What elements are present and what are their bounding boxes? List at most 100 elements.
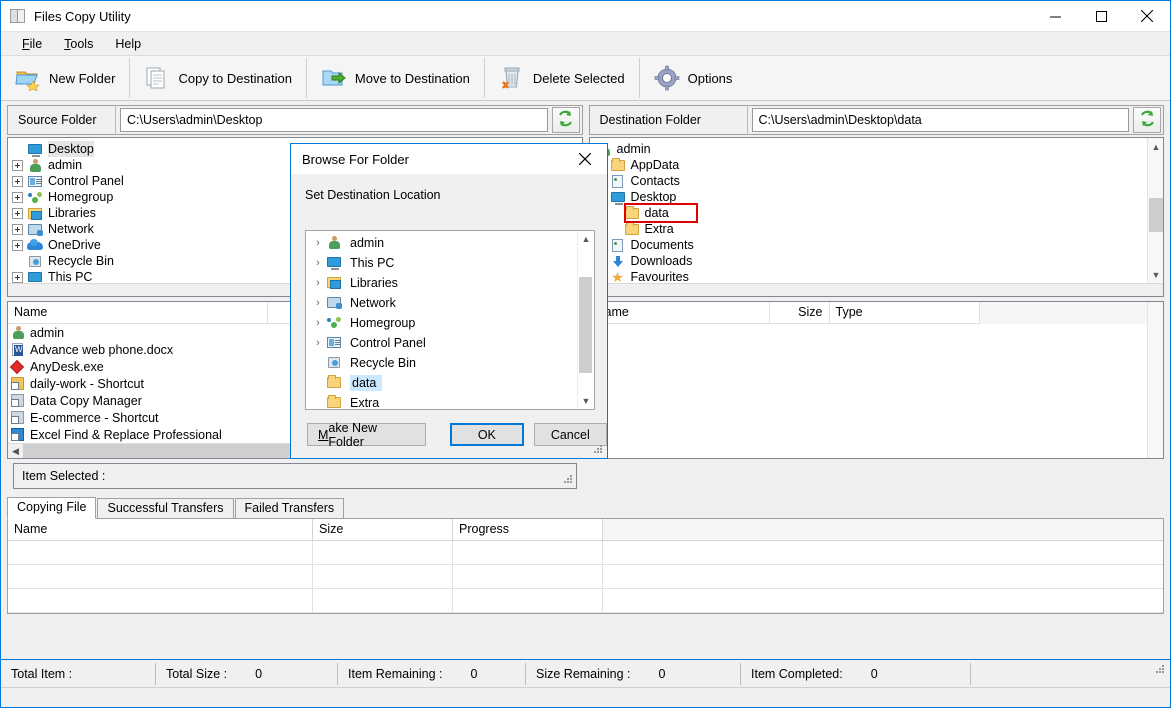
dialog-tree-node-homegroup[interactable]: › Homegroup [310, 313, 594, 333]
grid-cell-filler [603, 589, 1163, 612]
folder-icon [326, 395, 344, 409]
column-progress[interactable]: Progress [453, 519, 603, 540]
dialog-folder-tree[interactable]: › admin › This PC › Libraries › Network › Homegro… [305, 230, 595, 410]
tree-node-label: admin [48, 158, 83, 172]
chevron-right-icon[interactable]: › [310, 237, 326, 249]
menu-file[interactable]: File [11, 34, 53, 54]
destination-tree-node-data[interactable]: data [596, 205, 1164, 221]
close-icon[interactable] [1124, 1, 1170, 31]
chevron-right-icon[interactable]: › [310, 297, 326, 309]
destination-tree-node-documents[interactable]: Documents [596, 237, 1164, 253]
copying-grid-row[interactable] [8, 565, 1163, 589]
file-name-cell: Data Copy Manager [8, 393, 268, 408]
column-size[interactable]: Size [313, 519, 453, 540]
dialog-tree-node-control-panel[interactable]: › Control Panel [310, 333, 594, 353]
resize-grip[interactable] [563, 475, 573, 485]
expand-plus-icon[interactable] [12, 271, 23, 283]
tree-node-label: Network [48, 222, 94, 236]
cpanel-icon [27, 174, 43, 188]
library-icon [326, 275, 344, 291]
dialog-tree-node-network[interactable]: › Network [310, 293, 594, 313]
chevron-right-icon[interactable]: › [310, 337, 326, 349]
chevron-right-icon[interactable]: › [310, 317, 326, 329]
monitor-icon [326, 255, 344, 271]
expand-plus-icon[interactable] [12, 207, 23, 219]
delete-selected-label: Delete Selected [532, 70, 625, 86]
move-to-destination-button[interactable]: Move to Destination [307, 56, 484, 100]
destination-folder-bar: Destination Folder C:\Users\admin\Deskto… [588, 105, 1164, 135]
destination-tree-vscrollbar[interactable]: ▲ ▼ [1147, 138, 1163, 296]
copying-grid-row[interactable] [8, 541, 1163, 565]
scroll-up-icon[interactable]: ▲ [1148, 138, 1163, 155]
scroll-down-icon[interactable]: ▼ [578, 393, 594, 409]
expand-plus-icon[interactable] [12, 159, 23, 171]
scroll-down-icon[interactable]: ▼ [1148, 266, 1163, 283]
chevron-right-icon[interactable]: › [310, 277, 326, 289]
dialog-resize-grip[interactable] [593, 445, 603, 455]
column-name[interactable]: Name [8, 519, 313, 540]
destination-tree-node-desktop[interactable]: Desktop [596, 189, 1164, 205]
copying-grid-row[interactable] [8, 589, 1163, 613]
dialog-tree-node-extra[interactable]: Extra [310, 393, 594, 409]
expand-plus-icon[interactable] [12, 223, 23, 235]
destination-tree-node-contacts[interactable]: Contacts [596, 173, 1164, 189]
scroll-up-icon[interactable]: ▲ [578, 231, 594, 247]
status-resize-grip[interactable] [1155, 665, 1165, 675]
chevron-right-icon[interactable]: › [310, 257, 326, 269]
column-type[interactable]: Type [830, 302, 980, 324]
shortcut-yellow-icon [10, 376, 26, 391]
new-folder-button[interactable]: New Folder [1, 56, 129, 100]
expand-plus-icon[interactable] [12, 175, 23, 187]
dialog-tree-vscrollbar[interactable]: ▲ ▼ [577, 231, 594, 409]
tab-copying-file[interactable]: Copying File [7, 497, 97, 519]
cancel-button[interactable]: Cancel [533, 423, 607, 446]
make-new-folder-button[interactable]: Make New Folder [307, 421, 427, 449]
tab-failed-transfers[interactable]: Failed Transfers [234, 498, 345, 519]
tree-node-label: Recycle Bin [48, 254, 114, 268]
destination-tree-node-downloads[interactable]: Downloads [596, 253, 1164, 269]
scroll-thumb[interactable] [1149, 198, 1163, 232]
destination-tree-node-extra[interactable]: Extra [596, 221, 1164, 237]
column-size[interactable]: Size [770, 302, 830, 324]
source-refresh-button[interactable] [551, 107, 580, 133]
folder-icon [624, 222, 640, 236]
destination-file-list[interactable]: Name Size Type [588, 301, 1164, 459]
file-name-label: Data Copy Manager [30, 393, 142, 408]
dialog-tree-node-this-pc[interactable]: › This PC [310, 253, 594, 273]
copy-to-destination-button[interactable]: Copy to Destination [130, 56, 305, 100]
destination-tree-node-appdata[interactable]: AppData [596, 157, 1164, 173]
dialog-tree-node-recycle-bin[interactable]: Recycle Bin [310, 353, 594, 373]
status-value: 0 [658, 666, 666, 681]
scroll-left-icon[interactable]: ◀ [8, 444, 23, 459]
file-name-cell: daily-work - Shortcut [8, 376, 268, 391]
destination-list-vscrollbar[interactable] [1147, 302, 1163, 458]
status-cell-item-remaining: Item Remaining : 0 [338, 662, 526, 685]
menu-help[interactable]: Help [104, 34, 152, 54]
dialog-tree-node-admin[interactable]: › admin [310, 233, 594, 253]
tab-successful-transfers[interactable]: Successful Transfers [97, 498, 234, 519]
expand-plus-icon[interactable] [12, 239, 23, 251]
dialog-tree-node-data[interactable]: data [310, 373, 594, 393]
grid-cell [8, 589, 313, 612]
dialog-close-icon[interactable] [563, 144, 607, 174]
destination-pane: admin AppData Contacts Desktop data Extra Docu… [588, 137, 1164, 489]
menu-tools[interactable]: Tools [53, 34, 104, 54]
destination-tree-node-admin[interactable]: admin [596, 141, 1164, 157]
minimize-icon[interactable] [1032, 1, 1078, 31]
column-name[interactable]: Name [590, 302, 770, 324]
delete-selected-button[interactable]: Delete Selected [485, 56, 639, 100]
options-button[interactable]: Options [640, 56, 747, 100]
item-selected-bar: Item Selected : [13, 463, 577, 489]
dialog-tree-node-libraries[interactable]: › Libraries [310, 273, 594, 293]
source-path-input[interactable]: C:\Users\admin\Desktop [120, 108, 548, 132]
scroll-thumb[interactable] [579, 277, 592, 373]
destination-tree[interactable]: admin AppData Contacts Desktop data Extra Docu… [588, 137, 1164, 297]
column-name[interactable]: Name [8, 302, 268, 324]
ok-button[interactable]: OK [450, 423, 524, 446]
folder-icon [610, 158, 626, 172]
maximize-icon[interactable] [1078, 1, 1124, 31]
destination-path-input[interactable]: C:\Users\admin\Desktop\data [751, 108, 1129, 132]
destination-tree-hscrollbar[interactable] [589, 283, 1163, 296]
destination-refresh-button[interactable] [1133, 107, 1161, 133]
expand-plus-icon[interactable] [12, 191, 23, 203]
